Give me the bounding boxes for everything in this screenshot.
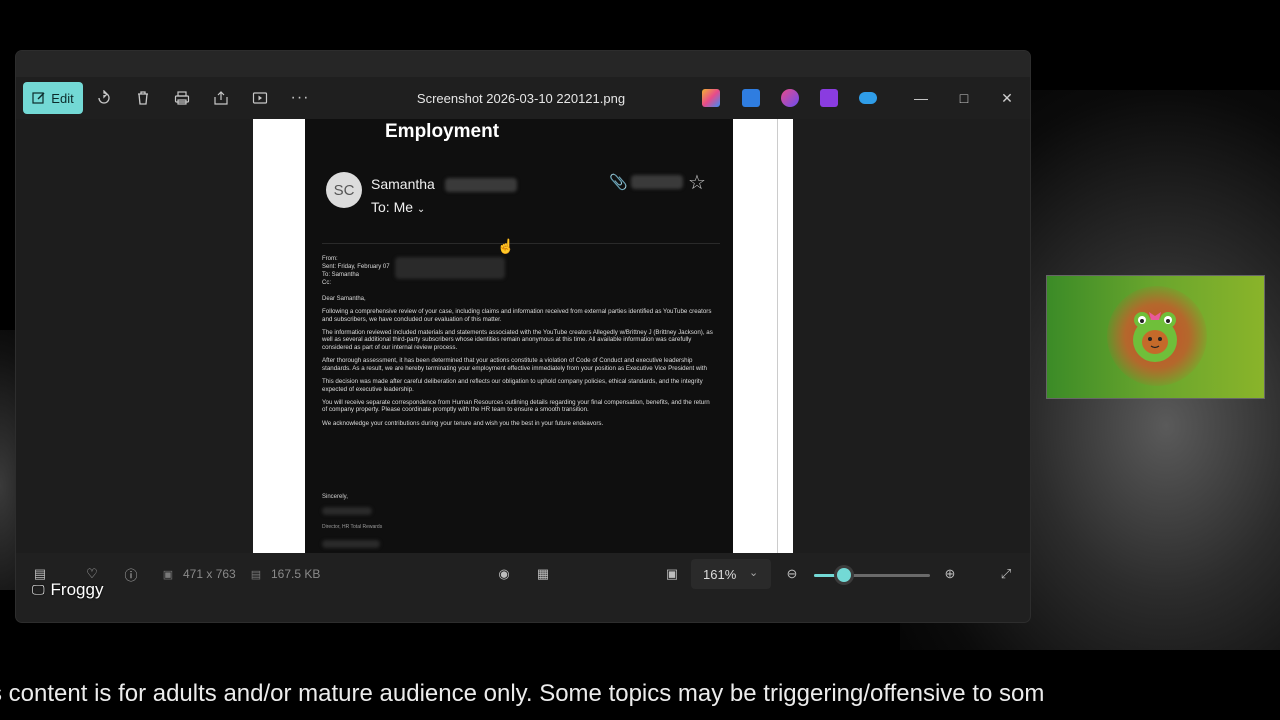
- recipient-label: To: Me: [371, 199, 414, 215]
- redacted-footer: [322, 540, 380, 548]
- email-subject: Employment: [385, 121, 500, 142]
- copilot-icon[interactable]: [702, 89, 720, 107]
- redacted-surname: [445, 178, 517, 192]
- window-title: Screenshot 2026-03-10 220121.png: [416, 91, 626, 106]
- zoom-dropdown[interactable]: 161% ⌄: [691, 559, 771, 589]
- share-icon[interactable]: [209, 86, 233, 110]
- paragraph: The information reviewed included materi…: [322, 328, 713, 351]
- streamer-label: 🖵 Froggy: [32, 580, 103, 600]
- signature-title: Director, HR Total Rewards: [322, 524, 383, 530]
- hand-cursor-icon: ☝: [497, 238, 515, 254]
- fullscreen-icon[interactable]: ⤢: [996, 564, 1016, 584]
- photo-editor-icon[interactable]: [742, 89, 760, 107]
- file-size: 167.5 KB: [271, 567, 321, 581]
- rotate-icon[interactable]: [92, 86, 116, 110]
- divider: [322, 243, 720, 244]
- email-screenshot: Employment SC Samantha To: Me ⌄ 📎 ☆ From…: [305, 119, 733, 553]
- redacted-date: [631, 175, 683, 189]
- paragraph: This decision was made after careful del…: [322, 377, 703, 393]
- closing: Sincerely,: [322, 494, 348, 500]
- webcam-overlay: [1046, 275, 1265, 399]
- clipchamp-icon[interactable]: [820, 89, 838, 107]
- frog-avatar-icon: [1133, 312, 1177, 362]
- meta-cc: Cc:: [322, 280, 331, 286]
- zoom-out-icon[interactable]: ⊖: [782, 564, 802, 584]
- onedrive-icon[interactable]: [859, 92, 877, 104]
- paragraph: After thorough assessment, it has been d…: [322, 357, 707, 372]
- delete-icon[interactable]: [131, 86, 155, 110]
- more-icon[interactable]: ···: [288, 86, 312, 110]
- text-scan-icon[interactable]: ▦: [533, 564, 553, 584]
- photos-app-window: Edit ··· Screenshot 2026-03-10 220121.pn…: [16, 51, 1030, 622]
- image-dimensions: 471 x 763: [183, 567, 236, 581]
- print-icon[interactable]: [170, 86, 194, 110]
- sender-name: Samantha: [371, 176, 435, 192]
- zoom-slider-thumb[interactable]: [837, 568, 852, 582]
- email-body: Following a comprehensive review of your…: [322, 298, 714, 433]
- minimize-button[interactable]: —: [910, 87, 932, 109]
- star-icon: ☆: [688, 172, 706, 194]
- redacted-signature: [322, 507, 372, 515]
- content-warning-ticker: s content is for adults and/or mature au…: [0, 680, 1045, 707]
- paragraph: We acknowledge your contributions during…: [322, 419, 604, 427]
- streamer-name: Froggy: [50, 580, 104, 599]
- status-bar: ▤ ♡ ⓘ ▣ 471 x 763 ▤ 167.5 KB ◉ ▦ ▣ 161% …: [16, 553, 1030, 596]
- edit-label: Edit: [51, 90, 74, 106]
- close-button[interactable]: ✕: [996, 87, 1018, 109]
- edit-button[interactable]: Edit: [23, 82, 83, 114]
- window-frame: [16, 51, 1030, 77]
- edit-icon: [32, 92, 45, 104]
- zoom-value: 161%: [703, 567, 737, 582]
- face-detect-icon[interactable]: ◉: [494, 564, 514, 584]
- paragraph: You will receive separate correspondence…: [322, 398, 710, 414]
- designer-icon[interactable]: [781, 89, 799, 107]
- file-size-icon: ▤: [250, 568, 262, 581]
- redacted-header: [395, 257, 505, 279]
- chevron-down-icon: ⌄: [416, 204, 426, 215]
- recipient-line: To: Me ⌄: [371, 199, 425, 215]
- slideshow-icon[interactable]: [248, 86, 272, 110]
- chevron-down-icon: ⌄: [749, 567, 759, 579]
- paragraph: Following a comprehensive review of your…: [322, 308, 712, 323]
- image-canvas[interactable]: Employment SC Samantha To: Me ⌄ 📎 ☆ From…: [16, 119, 1030, 553]
- maximize-button[interactable]: □: [953, 87, 975, 109]
- fit-to-window-icon[interactable]: ▣: [662, 564, 682, 584]
- meta-sent: Sent: Friday, February 07: [322, 264, 390, 270]
- image-edge-line: [777, 119, 778, 553]
- info-icon[interactable]: ⓘ: [121, 564, 141, 584]
- meta-from: From:: [322, 256, 338, 262]
- meta-to: To: Samantha: [322, 272, 360, 278]
- monitor-icon: 🖵: [32, 582, 45, 597]
- zoom-in-icon[interactable]: ⊕: [940, 564, 960, 584]
- attachment-icon: 📎: [609, 174, 628, 191]
- dimensions-icon: ▣: [162, 568, 174, 581]
- avatar: SC: [326, 172, 362, 208]
- toolbar: Edit ··· Screenshot 2026-03-10 220121.pn…: [16, 77, 1030, 119]
